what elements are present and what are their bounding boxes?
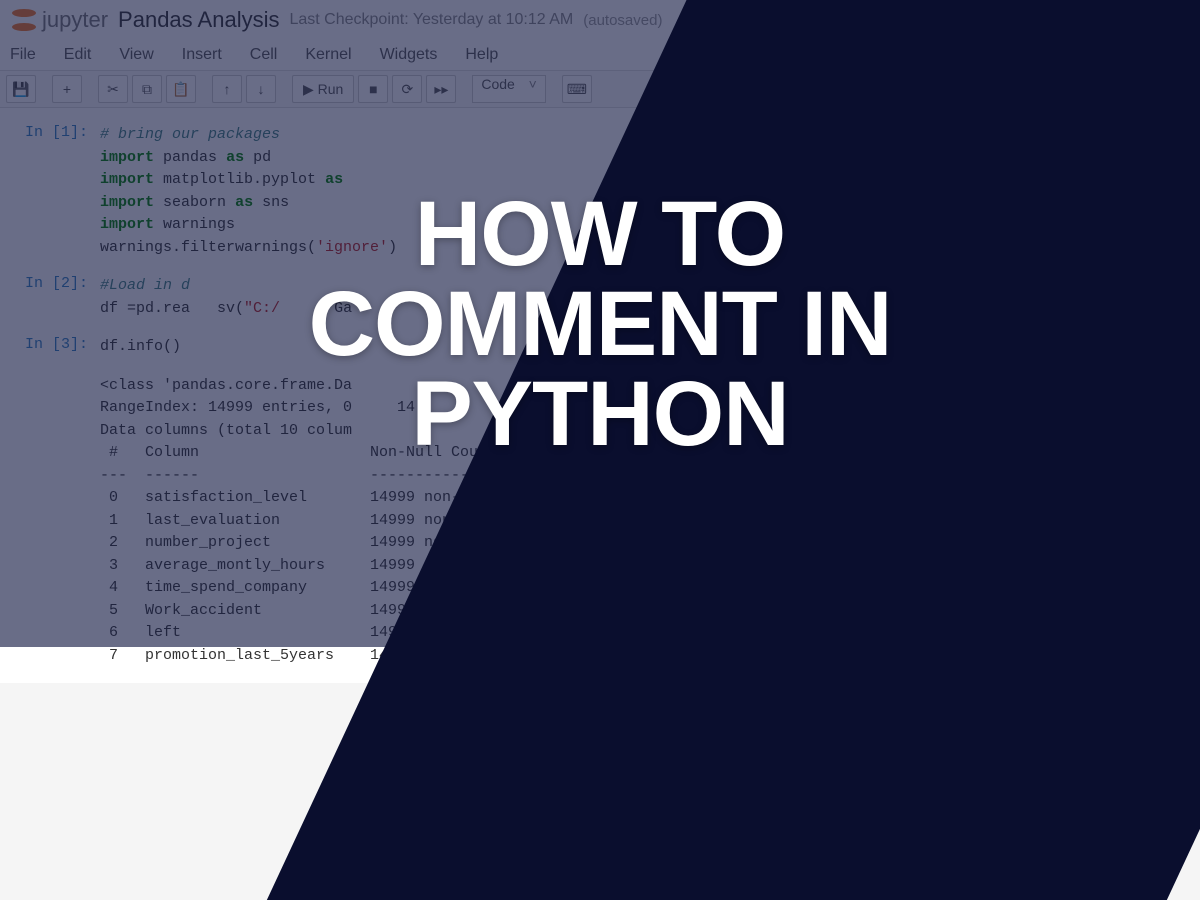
cell-prompt: In [3]: [10,336,100,359]
main-menu: File Edit View Insert Cell Kernel Widget… [0,40,1200,71]
add-cell-button[interactable]: + [52,75,82,103]
hero-title: HOW TO COMMENT IN PYTHON [309,188,892,458]
menu-insert[interactable]: Insert [182,46,222,64]
menu-kernel[interactable]: Kernel [305,46,351,64]
move-up-button[interactable]: ↑ [212,75,242,103]
move-down-button[interactable]: ↓ [246,75,276,103]
save-button[interactable]: 💾 [6,75,36,103]
notebook-header: jupyter Pandas Analysis Last Checkpoint:… [0,0,1200,40]
restart-run-all-button[interactable]: ▸▸ [426,75,456,103]
cut-button[interactable]: ✂ [98,75,128,103]
command-palette-button[interactable]: ⌨ [562,75,592,103]
jupyter-icon [10,6,38,34]
menu-widgets[interactable]: Widgets [380,46,438,64]
menu-cell[interactable]: Cell [250,46,278,64]
cell-prompt: In [2]: [10,275,100,320]
copy-button[interactable]: ⧉ [132,75,162,103]
stop-button[interactable]: ■ [358,75,388,103]
menu-view[interactable]: View [119,46,153,64]
menu-edit[interactable]: Edit [64,46,92,64]
jupyter-logo[interactable]: jupyter [10,6,108,34]
logo-text: jupyter [42,7,108,33]
toolbar: 💾 + ✂ ⧉ 📋 ↑ ↓ ▶ Run ■ ⟳ ▸▸ Code ⌨ [0,71,1200,108]
restart-button[interactable]: ⟳ [392,75,422,103]
cell-type-select[interactable]: Code [472,75,545,103]
menu-help[interactable]: Help [465,46,498,64]
code-content[interactable]: df.info() [100,336,181,359]
cell-prompt: In [1]: [10,124,100,259]
checkpoint-text: Last Checkpoint: Yesterday at 10:12 AM [289,11,573,29]
notebook-title[interactable]: Pandas Analysis [118,7,279,33]
autosaved-text: (autosaved) [583,12,662,29]
menu-file[interactable]: File [10,46,36,64]
paste-button[interactable]: 📋 [166,75,196,103]
run-button[interactable]: ▶ Run [292,75,354,103]
